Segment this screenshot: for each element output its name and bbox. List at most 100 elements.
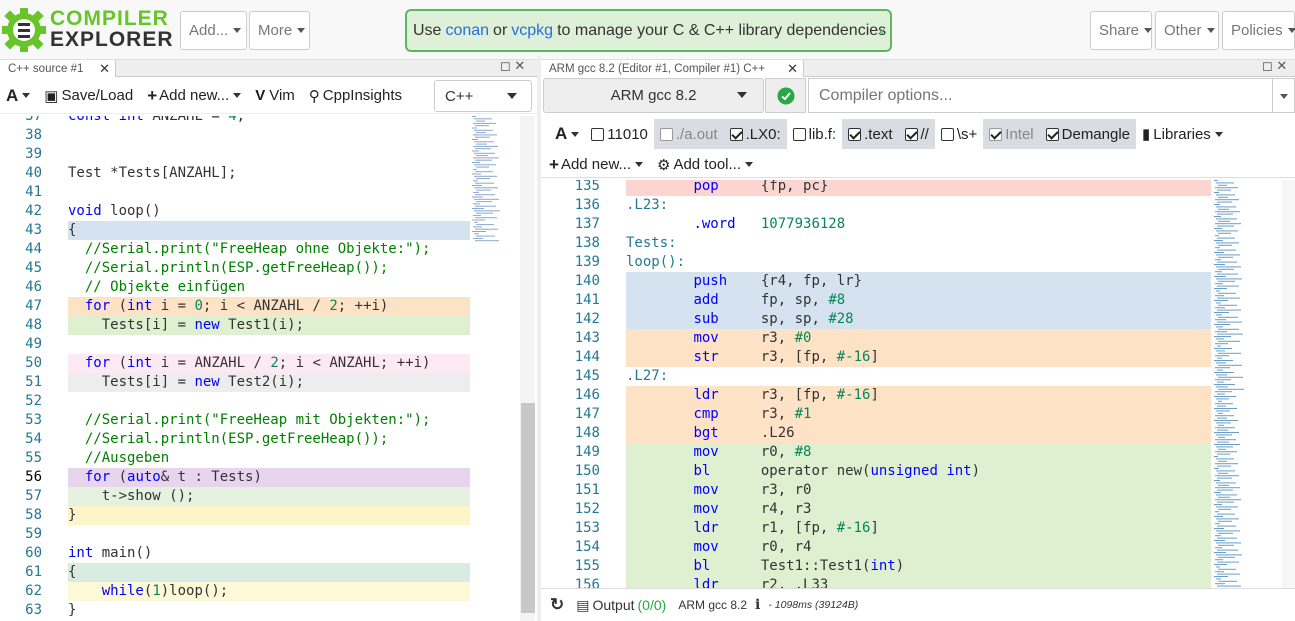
tab-cpp-source[interactable]: C++ source #1 ✕ [0, 60, 116, 77]
asm-line[interactable]: 156 ldr r2, .L33 [541, 576, 1211, 588]
share-menu-button[interactable]: Share [1090, 11, 1153, 50]
editor-line[interactable]: 48 Tests[i] = new Test1(i); [0, 316, 470, 335]
more-menu-button[interactable]: More [249, 11, 310, 50]
asm-line[interactable]: 153 ldr r1, [fp, #-16] [541, 519, 1211, 538]
asm-line[interactable]: 137 .word 1077936128 [541, 215, 1211, 234]
asm-scrollbar[interactable] [1282, 180, 1295, 588]
editor-line[interactable]: 39 [0, 145, 470, 164]
asm-line[interactable]: 143 mov r3, #0 [541, 329, 1211, 348]
font-size-button[interactable]: A [549, 119, 585, 149]
close-icon[interactable]: ✕ [514, 58, 525, 73]
close-icon[interactable]: ✕ [787, 61, 798, 77]
close-icon[interactable]: ✕ [1276, 58, 1287, 73]
editor-line[interactable]: 57 t->show (); [0, 487, 470, 506]
asm-line[interactable]: 135 pop {fp, pc} [541, 180, 1211, 196]
asm-line[interactable]: 145 .L27: [541, 367, 1211, 386]
editor-line[interactable]: 49 [0, 335, 470, 354]
editor-line[interactable]: 47 for (int i = 0; i < ANZAHL / 2; ++i) [0, 297, 470, 316]
editor-line[interactable]: 38 [0, 126, 470, 145]
compile-status-ok[interactable] [765, 78, 806, 113]
editor-line[interactable]: 60 int main() [0, 544, 470, 563]
editor-line[interactable]: 50 for (int i = ANZAHL / 2; i < ANZAHL; … [0, 354, 470, 373]
asm-line[interactable]: 149 mov r0, #8 [541, 443, 1211, 462]
editor-line[interactable]: 42 void loop() [0, 202, 470, 221]
line-code: { [68, 222, 77, 238]
asm-line[interactable]: 155 bl Test1::Test1(int) [541, 557, 1211, 576]
asm-line[interactable]: 142 sub sp, sp, #28 [541, 310, 1211, 329]
editor-line[interactable]: 56 for (auto& t : Tests) [0, 468, 470, 487]
asm-line[interactable]: 140 push {r4, fp, lr} [541, 272, 1211, 291]
editor-minimap[interactable] [470, 116, 520, 246]
language-select[interactable]: C++ [434, 80, 532, 112]
editor-line[interactable]: 52 [0, 392, 470, 411]
tab-compiler[interactable]: ARM gcc 8.2 (Editor #1, Compiler #1) C++… [541, 60, 804, 77]
cppinsights-button[interactable]: ⚲ CppInsights [309, 87, 402, 105]
filter-intel[interactable]: Intel [983, 119, 1040, 149]
add-new-button[interactable]: + Add new... [147, 86, 242, 106]
asm-line[interactable]: 152 mov r4, r3 [541, 500, 1211, 519]
asm-line[interactable]: 141 add fp, sp, #8 [541, 291, 1211, 310]
asm-line[interactable]: 146 ldr r3, [fp, #-16] [541, 386, 1211, 405]
asm-line[interactable]: 136 .L23: [541, 196, 1211, 215]
asm-line[interactable]: 139 loop(): [541, 253, 1211, 272]
maximize-icon[interactable]: ◻ [1262, 58, 1273, 73]
output-button[interactable]: ▤ Output (0/0) [576, 597, 666, 614]
vcpkg-link[interactable]: vcpkg [511, 22, 553, 40]
editor-line[interactable]: 40 Test *Tests[ANZAHL]; [0, 164, 470, 183]
filter-whitespace[interactable]: \s+ [935, 119, 983, 149]
asm-line[interactable]: 154 mov r0, r4 [541, 538, 1211, 557]
info-icon[interactable]: i [755, 597, 760, 613]
editor-line[interactable]: 58} [0, 506, 470, 525]
source-editor[interactable]: 37 const int ANZAHL = 4; 38 39 40 Test *Tests… [0, 116, 535, 621]
filter-directives[interactable]: .text [842, 119, 899, 149]
filter-aout[interactable]: ./a.out [653, 119, 724, 149]
compiler-explorer-logo[interactable]: COMPILER EXPLORER [2, 6, 173, 54]
filter-library-functions[interactable]: lib.f: [787, 119, 843, 149]
refresh-icon[interactable]: ↻ [550, 595, 564, 615]
filter-labels[interactable]: .LX0: [723, 119, 787, 149]
filter-comments[interactable]: // [898, 119, 935, 149]
editor-line[interactable]: 61 { [0, 563, 470, 582]
close-icon[interactable]: × [877, 24, 885, 39]
other-menu-button[interactable]: Other [1155, 11, 1219, 50]
editor-line[interactable]: 54 //Serial.println(ESP.getFreeHeap()); [0, 430, 470, 449]
policies-menu-button[interactable]: Policies [1222, 11, 1295, 50]
close-icon[interactable]: ✕ [99, 61, 110, 77]
compiler-select[interactable]: ARM gcc 8.2 [543, 78, 764, 113]
editor-line[interactable]: 62 while(1)loop(); [0, 582, 470, 601]
options-dropdown-button[interactable] [1272, 78, 1295, 113]
add-new-pane-button[interactable]: + Add new... [549, 155, 643, 175]
editor-line[interactable]: 51 Tests[i] = new Test2(i); [0, 373, 470, 392]
assembly-output[interactable]: 135 pop {fp, pc} 136 .L23: 137 .word 107793… [541, 180, 1211, 588]
conan-link[interactable]: conan [445, 22, 489, 40]
editor-scrollbar-thumb[interactable] [521, 403, 535, 613]
editor-line[interactable]: 63} [0, 601, 470, 620]
editor-line[interactable]: 46 // Objekte einfügen [0, 278, 470, 297]
add-menu-button[interactable]: Add... [180, 11, 247, 50]
asm-line[interactable]: 150 bl operator new(unsigned int) [541, 462, 1211, 481]
editor-line[interactable]: 41 [0, 183, 470, 202]
editor-line[interactable]: 37 const int ANZAHL = 4; [0, 116, 470, 126]
filter-binary[interactable]: 11010 [585, 119, 654, 149]
asm-line[interactable]: 148 bgt .L26 [541, 424, 1211, 443]
save-load-button[interactable]: ▣ Save/Load [44, 87, 133, 105]
asm-line[interactable]: 144 str r3, [fp, #-16] [541, 348, 1211, 367]
editor-line[interactable]: 43 { [0, 221, 470, 240]
libraries-button[interactable]: ▮ Libraries [1136, 119, 1229, 149]
font-size-button[interactable]: A [6, 86, 31, 106]
asm-minimap[interactable] [1212, 180, 1282, 588]
add-tool-button[interactable]: ⚙ Add tool... [657, 156, 753, 174]
editor-line[interactable]: 53 //Serial.print("FreeHeap mit Objekten… [0, 411, 470, 430]
editor-line[interactable]: 55 //Ausgeben [0, 449, 470, 468]
asm-line[interactable]: 151 mov r3, r0 [541, 481, 1211, 500]
vim-button[interactable]: V Vim [255, 87, 295, 104]
editor-line[interactable]: 44 //Serial.print("FreeHeap ohne Objekte… [0, 240, 470, 259]
minimap-line [472, 219, 485, 221]
editor-line[interactable]: 45 //Serial.println(ESP.getFreeHeap()); [0, 259, 470, 278]
asm-line[interactable]: 147 cmp r3, #1 [541, 405, 1211, 424]
compiler-options-input[interactable] [808, 78, 1273, 113]
maximize-icon[interactable]: ◻ [500, 58, 511, 73]
editor-line[interactable]: 59 [0, 525, 470, 544]
filter-demangle[interactable]: Demangle [1039, 119, 1137, 149]
asm-line[interactable]: 138 Tests: [541, 234, 1211, 253]
